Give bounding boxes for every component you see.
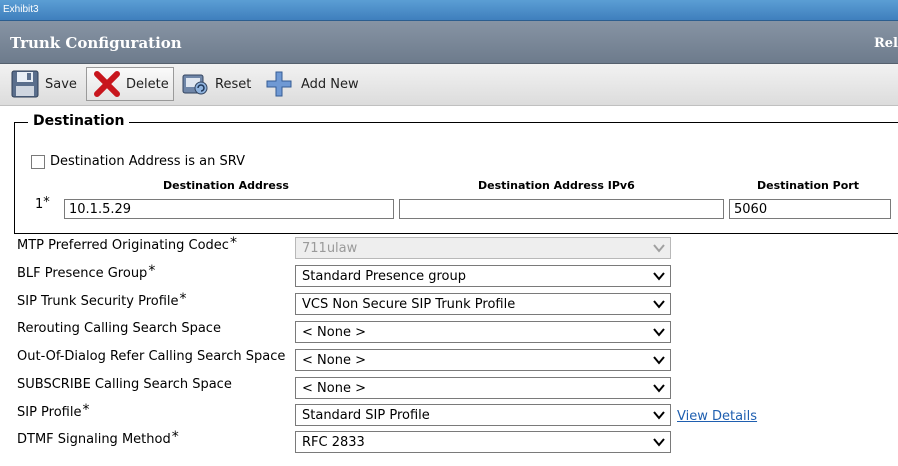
mtp-codec-select[interactable]: 711ulaw [295,237,671,259]
ood-refer-css-select[interactable]: < None > [295,349,671,371]
sip-security-label: SIP Trunk Security Profile* [17,291,187,309]
col-destination-port: Destination Port [757,179,859,192]
sip-security-select[interactable]: VCS Non Secure SIP Trunk Profile [295,293,671,315]
window-title: Exhibit3 [3,4,39,15]
save-button[interactable]: Save [10,67,77,101]
chevron-down-icon [653,300,665,309]
header-right-text: Rel [873,36,898,51]
plus-icon [264,69,294,99]
delete-label: Delete [126,76,169,92]
destination-address-input[interactable] [64,199,394,219]
chevron-down-icon [653,411,665,420]
destination-ipv6-input[interactable] [399,199,724,219]
sip-security-value: VCS Non Secure SIP Trunk Profile [302,297,516,312]
reset-button[interactable]: Reset [180,67,251,101]
page-title: Trunk Configuration [10,34,182,52]
chevron-down-icon [653,272,665,281]
ood-refer-css-value: < None > [302,353,366,368]
subscribe-css-select[interactable]: < None > [295,377,671,399]
blf-group-select[interactable]: Standard Presence group [295,265,671,287]
sip-profile-select[interactable]: Standard SIP Profile [295,404,671,426]
subscribe-css-value: < None > [302,381,366,396]
dtmf-value: RFC 2833 [302,435,365,450]
subscribe-css-label: SUBSCRIBE Calling Search Space [17,377,232,392]
save-label: Save [45,76,77,92]
rerouting-css-select[interactable]: < None > [295,321,671,343]
chevron-down-icon [653,384,665,393]
dtmf-select[interactable]: RFC 2833 [295,431,671,453]
reset-icon [180,69,210,99]
destination-port-input[interactable] [729,199,891,219]
sip-profile-label: SIP Profile* [17,402,90,420]
add-new-label: Add New [301,76,359,92]
add-new-button[interactable]: Add New [264,67,359,101]
toolbar: Save Delete Reset Add New [0,64,898,106]
chevron-down-icon [653,438,665,447]
rerouting-css-value: < None > [302,325,366,340]
chevron-down-icon [653,356,665,365]
dtmf-label: DTMF Signaling Method* [17,429,179,447]
rerouting-css-label: Rerouting Calling Search Space [17,321,221,336]
srv-checkbox-row[interactable]: Destination Address is an SRV [31,154,245,169]
red-x-icon [93,70,121,98]
blf-group-label: BLF Presence Group* [17,263,156,281]
destination-legend: Destination [28,113,130,129]
col-destination-ipv6: Destination Address IPv6 [478,179,635,192]
col-destination-address: Destination Address [163,179,289,192]
view-details-link[interactable]: View Details [677,409,757,424]
row-number: 1* [35,195,50,212]
srv-label: Destination Address is an SRV [50,154,245,169]
delete-button[interactable]: Delete [86,67,174,101]
reset-label: Reset [215,76,252,92]
sip-profile-value: Standard SIP Profile [302,408,430,423]
blf-group-value: Standard Presence group [302,269,466,284]
mtp-codec-label: MTP Preferred Originating Codec* [17,235,237,253]
mtp-codec-value: 711ulaw [302,241,358,256]
floppy-disk-icon [10,69,40,99]
chevron-down-icon [653,244,665,253]
ood-refer-css-label: Out-Of-Dialog Refer Calling Search Space [17,349,286,364]
content-area: Destination Destination Address is an SR… [0,106,898,466]
page-header: Trunk Configuration Rel [0,21,898,64]
chevron-down-icon [653,328,665,337]
srv-checkbox[interactable] [31,154,45,169]
window-titlebar: Exhibit3 [0,0,898,21]
